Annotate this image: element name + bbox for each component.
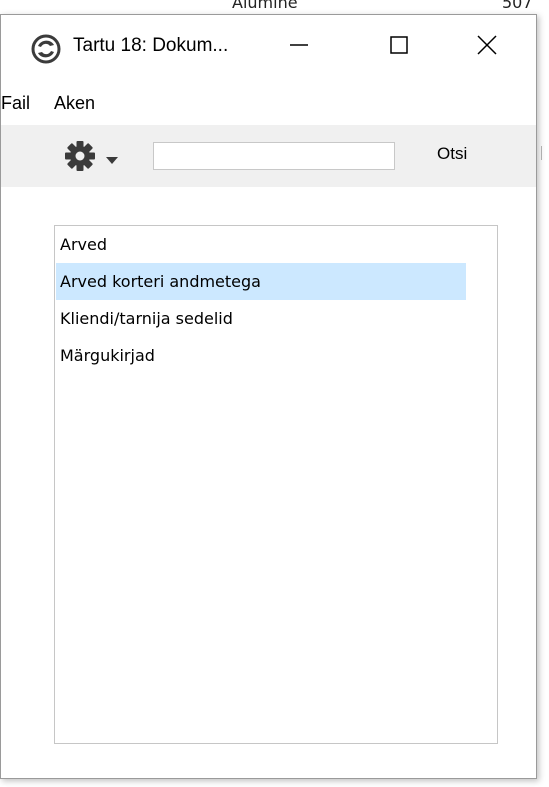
title-bar[interactable]: Tartu 18: Dokum... [1, 15, 536, 87]
background-window-strip: Alumine 507 [0, 0, 549, 14]
search-button[interactable]: Otsi [437, 144, 467, 164]
list-item-kliendi-tarnija-sedelid[interactable]: Kliendi/tarnija sedelid [56, 300, 466, 337]
documents-window: Tartu 18: Dokum... Fail Aken Otsi Arved … [0, 14, 537, 779]
toolbar: Otsi [1, 125, 536, 187]
minimize-button[interactable] [267, 15, 331, 79]
menu-bar: Fail Aken [1, 87, 536, 125]
background-divider [541, 146, 542, 160]
close-icon [476, 34, 498, 60]
window-title: Tartu 18: Dokum... [73, 35, 229, 56]
close-button[interactable] [455, 15, 519, 79]
background-text-left: Alumine [232, 0, 298, 12]
app-logo-icon [31, 34, 61, 64]
maximize-icon [389, 35, 409, 59]
maximize-button[interactable] [367, 15, 431, 79]
gear-icon [63, 139, 97, 177]
background-text-right: 507 [502, 0, 533, 12]
list-item-margukirjad[interactable]: Märgukirjad [56, 337, 466, 374]
list-item-arved-korteri-andmetega[interactable]: Arved korteri andmetega [56, 263, 466, 300]
minimize-icon [289, 35, 309, 59]
content-area: Arved Arved korteri andmetega Kliendi/ta… [1, 187, 536, 778]
background-window-edge [538, 14, 549, 787]
list-item-arved[interactable]: Arved [56, 226, 466, 263]
menu-fail[interactable]: Fail [1, 93, 30, 114]
actions-menu-button[interactable] [63, 139, 135, 173]
search-input[interactable] [153, 142, 395, 170]
document-list[interactable]: Arved Arved korteri andmetega Kliendi/ta… [54, 225, 498, 744]
caret-down-icon [105, 151, 119, 170]
menu-aken[interactable]: Aken [54, 93, 95, 114]
